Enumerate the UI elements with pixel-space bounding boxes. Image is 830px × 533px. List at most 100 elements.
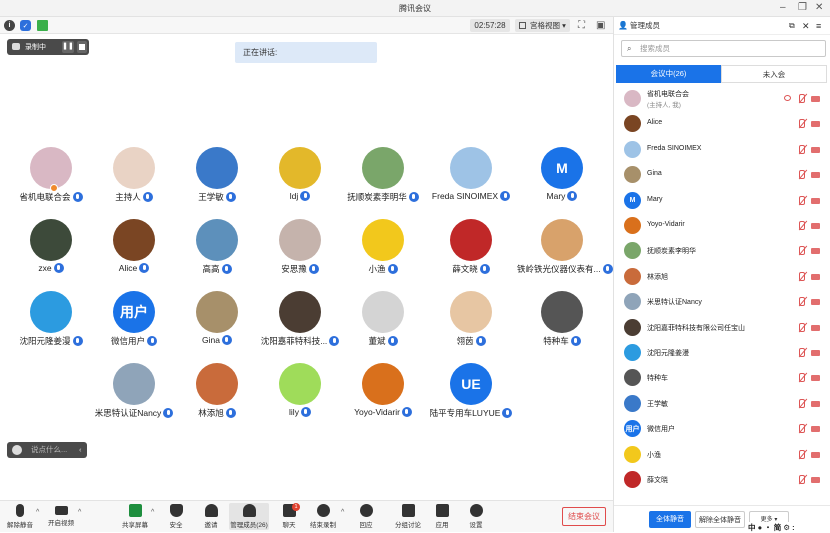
camera-off-icon[interactable] (811, 426, 820, 433)
stop-recording-button[interactable] (77, 41, 87, 53)
participant-tile[interactable]: Freda SINOIMEX (426, 147, 516, 217)
member-row[interactable]: 小渔 (614, 442, 830, 467)
mic-muted-icon[interactable] (799, 348, 805, 357)
member-row[interactable]: Yoyo-Vidarir (614, 213, 830, 238)
info-icon[interactable]: i (4, 20, 15, 31)
camera-off-icon[interactable] (811, 375, 820, 382)
camera-off-icon[interactable] (811, 248, 820, 255)
participant-tile[interactable]: 翎茵 (426, 291, 516, 361)
security-button[interactable]: 安全 (159, 504, 193, 529)
mic-muted-icon[interactable] (799, 221, 805, 230)
mic-muted-icon[interactable] (799, 119, 805, 129)
mic-muted-icon[interactable] (799, 322, 805, 332)
popout-icon[interactable]: ⧉ (789, 17, 795, 35)
participant-tile[interactable]: 沈阳嘉菲特科技... (255, 291, 345, 361)
collapse-icon[interactable]: ‹ (79, 442, 82, 458)
camera-off-icon[interactable] (811, 121, 820, 128)
participant-tile[interactable]: Alice (89, 219, 179, 289)
invite-button[interactable]: 邀请 (194, 504, 228, 529)
member-row[interactable]: Gina (614, 162, 830, 187)
participant-tile[interactable]: Yoyo-Vidarir (338, 363, 428, 433)
member-row[interactable]: 特种车 (614, 365, 830, 390)
participant-tile[interactable]: 薛文晓 (426, 219, 516, 289)
participant-tile[interactable]: zxe (6, 219, 96, 289)
participant-tile[interactable]: 省机电联合会 (6, 147, 96, 217)
chevron-up-icon[interactable]: ^ (341, 509, 344, 516)
camera-off-icon[interactable] (811, 451, 820, 458)
shield-icon[interactable]: ✓ (20, 20, 31, 31)
tab-in-meeting[interactable]: 会议中(26) (616, 65, 721, 83)
member-row[interactable]: M Mary (614, 188, 830, 213)
tab-not-joined[interactable]: 未入会 (721, 65, 827, 83)
emoji-icon[interactable] (12, 445, 22, 455)
participant-tile[interactable]: 董斌 (338, 291, 428, 361)
unmute-button[interactable]: 解除静音 (3, 504, 37, 529)
camera-off-icon[interactable] (811, 172, 820, 179)
camera-off-icon[interactable] (811, 197, 820, 204)
minimize-icon[interactable]: – (780, 2, 786, 14)
end-meeting-button[interactable]: 结束会议 (562, 507, 606, 526)
member-row[interactable]: Freda SINOIMEX (614, 137, 830, 162)
mic-muted-icon[interactable] (799, 398, 805, 408)
participant-tile[interactable]: Gina (172, 291, 262, 361)
menu-icon[interactable]: ≡ (816, 17, 821, 35)
share-screen-button[interactable]: 共享屏幕 (118, 504, 152, 529)
unmute-all-button[interactable]: 解除全体静音 (695, 511, 745, 528)
participant-tile[interactable]: 安思豫 (255, 219, 345, 289)
member-row[interactable]: 抚顺炭素李明华 (614, 238, 830, 263)
participant-tile[interactable]: 特种车 (517, 291, 607, 361)
camera-off-icon[interactable] (811, 400, 820, 407)
signal-icon[interactable] (37, 20, 48, 31)
chevron-up-icon[interactable]: ^ (78, 509, 81, 516)
mic-muted-icon[interactable] (799, 373, 805, 383)
mic-muted-icon[interactable] (799, 170, 805, 180)
view-mode-button[interactable]: 宫格视图 ▾ (515, 19, 570, 32)
participant-tile[interactable]: UE 陆平专用车LUYUE (426, 363, 516, 433)
participant-tile[interactable]: 王学敏 (172, 147, 262, 217)
restore-icon[interactable]: ❐ (798, 2, 807, 14)
stop-recording-button[interactable]: 结束录制 (306, 504, 340, 529)
mic-muted-icon[interactable] (799, 271, 805, 281)
mute-all-button[interactable]: 全体静音 (649, 511, 691, 528)
search-members-input[interactable]: ⌕ 搜索成员 (621, 40, 826, 57)
camera-off-icon[interactable] (811, 146, 820, 153)
mic-muted-icon[interactable] (799, 94, 805, 103)
pause-recording-button[interactable]: ❚❚ (62, 41, 74, 53)
mic-muted-icon[interactable] (799, 424, 805, 434)
member-row[interactable]: 林添旭 (614, 264, 830, 289)
participant-tile[interactable]: 主持人 (89, 147, 179, 217)
mic-muted-icon[interactable] (799, 475, 805, 484)
camera-off-icon[interactable] (811, 273, 820, 280)
chat-button[interactable]: 聊天 1 (272, 503, 306, 529)
participant-tile[interactable]: 高高 (172, 219, 262, 289)
participant-tile[interactable]: 林添旭 (172, 363, 262, 433)
member-row[interactable]: 沈阳元隆姜漫 (614, 340, 830, 365)
participant-tile[interactable]: 用户 微信用户 (89, 291, 179, 361)
participant-tile[interactable]: 沈阳元隆姜漫 (6, 291, 96, 361)
mic-muted-icon[interactable] (799, 195, 805, 205)
settings-button[interactable]: 设置 (459, 504, 493, 529)
fullscreen-icon[interactable]: ⛶ (578, 20, 585, 32)
participant-tile[interactable]: 米思特认证Nancy (89, 363, 179, 433)
manage-members-button[interactable]: 管理成员(26) (229, 503, 269, 530)
close-icon[interactable]: ✕ (815, 2, 823, 14)
camera-off-icon[interactable] (811, 299, 820, 306)
member-row[interactable]: 用户 微信用户 (614, 416, 830, 441)
camera-off-icon[interactable] (811, 324, 820, 331)
participant-tile[interactable]: ldj (255, 147, 345, 217)
member-row[interactable]: Alice (614, 111, 830, 136)
layout-icon[interactable]: ▣ (596, 20, 605, 32)
member-row[interactable]: 米思特认证Nancy (614, 289, 830, 314)
participant-tile[interactable]: 铁岭铁光仪器仪表有... (517, 219, 613, 289)
mic-muted-icon[interactable] (799, 449, 805, 459)
chat-input[interactable]: 说点什么... ‹ (7, 442, 87, 458)
chevron-up-icon[interactable]: ^ (36, 509, 39, 516)
apps-button[interactable]: 应用 (425, 504, 459, 529)
participant-tile[interactable]: M Mary (517, 147, 607, 217)
participant-tile[interactable]: lily (255, 363, 345, 433)
participant-tile[interactable]: 小渔 (338, 219, 428, 289)
member-row[interactable]: 沈阳嘉菲特科技有限公司任宝山 (614, 315, 830, 340)
member-row[interactable]: 王学敏 (614, 391, 830, 416)
member-row[interactable]: 省机电联合会 (主持人, 我) (614, 86, 830, 111)
participant-tile[interactable]: 抚顺炭素李明华 (338, 147, 428, 217)
